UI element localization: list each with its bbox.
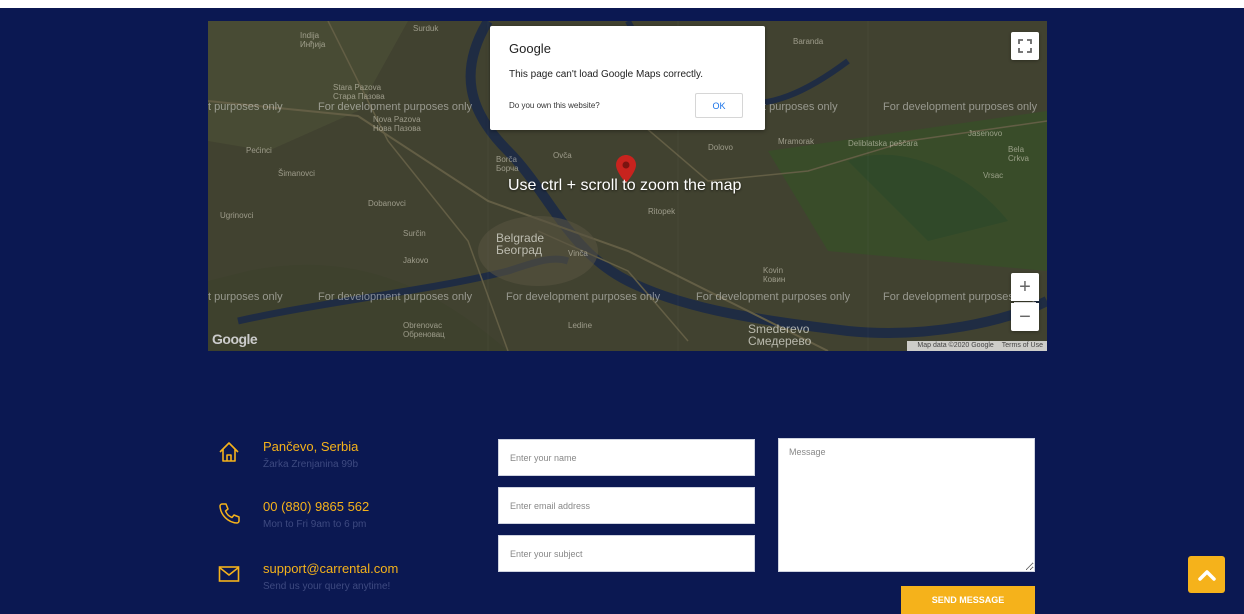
map-data-text: Map data ©2020 Google <box>917 342 994 349</box>
place-label: Pećinci <box>246 146 272 155</box>
dev-watermark: For development purposes only <box>318 291 473 303</box>
google-logo[interactable]: Google <box>212 331 258 347</box>
place-label: Ugrinovci <box>220 211 254 220</box>
plus-icon: + <box>1019 275 1031 298</box>
place-label: Mramorak <box>778 137 815 146</box>
place-label-belgrade: Belgrade Београд <box>496 231 545 257</box>
place-label: Deliblatska peščara <box>848 139 918 148</box>
address-subtitle: Žarka Zrenjanina 99b <box>263 459 359 470</box>
place-label: Ritopek <box>648 207 676 216</box>
message-textarea[interactable] <box>778 438 1035 572</box>
zoom-in-button[interactable]: + <box>1011 273 1039 301</box>
dialog-brand: Google <box>509 41 551 56</box>
envelope-icon <box>218 566 240 582</box>
place-label: Jakovo <box>403 256 429 265</box>
place-label: Vrsac <box>983 171 1004 180</box>
chevron-up-icon <box>1197 569 1216 581</box>
place-label: Obrenovac Обреновац <box>403 321 445 339</box>
place-label: Ovča <box>553 151 572 160</box>
dev-watermark: For development purposes only <box>318 101 473 113</box>
dev-watermark: For development purposes only <box>506 291 661 303</box>
fullscreen-button[interactable] <box>1011 32 1039 60</box>
place-label: Vinča <box>568 249 588 258</box>
fullscreen-icon <box>1018 39 1032 53</box>
address-title: Pančevo, Serbia <box>263 439 359 454</box>
dev-watermark: For development purposes only <box>696 291 851 303</box>
email-subtitle: Send us your query anytime! <box>263 581 391 592</box>
place-label: Dolovo <box>708 143 733 152</box>
top-strip <box>0 0 1244 8</box>
name-input[interactable] <box>498 439 755 476</box>
place-label: Surčin <box>403 229 426 238</box>
place-label: Jasenovo <box>968 129 1003 138</box>
home-icon <box>219 442 239 462</box>
place-label: Kovin Ковин <box>763 266 786 284</box>
zoom-hint-text: Use ctrl + scroll to zoom the map <box>508 177 742 194</box>
place-label: Indija Инђија <box>300 31 326 49</box>
dialog-ok-button[interactable]: OK <box>695 93 743 118</box>
dev-watermark: t purposes only <box>208 101 283 113</box>
minus-icon: − <box>1019 305 1031 328</box>
phone-icon <box>219 503 240 524</box>
place-label: Bela Crkva <box>1008 145 1029 163</box>
dialog-own-link[interactable]: Do you own this website? <box>509 101 600 110</box>
phone-title[interactable]: 00 (880) 9865 562 <box>263 499 369 514</box>
dialog-message: This page can't load Google Maps correct… <box>509 69 704 80</box>
place-label: Ledine <box>568 321 593 330</box>
place-label: Borča Борча <box>496 155 519 173</box>
dev-watermark: For development purposes only <box>883 101 1038 113</box>
dev-watermark: t purposes only <box>763 101 838 113</box>
dev-watermark: t purposes only <box>208 291 283 303</box>
scroll-to-top-button[interactable] <box>1188 556 1225 593</box>
send-message-button[interactable]: SEND MESSAGE <box>901 586 1035 614</box>
maps-error-dialog: Google This page can't load Google Maps … <box>490 26 765 130</box>
place-label: Šimanovci <box>278 169 315 178</box>
email-title[interactable]: support@carrental.com <box>263 561 398 576</box>
place-label: Nova Pazova Нова Пазова <box>373 115 421 133</box>
phone-subtitle: Mon to Fri 9am to 6 pm <box>263 519 367 530</box>
terms-link[interactable]: Terms of Use <box>1002 342 1043 349</box>
place-label: Smederevo Смедерево <box>748 322 812 348</box>
place-label: Baranda <box>793 37 824 46</box>
email-input[interactable] <box>498 487 755 524</box>
google-map[interactable]: Indija Инђија Surduk Stara Pazova Стара Па… <box>208 21 1047 351</box>
map-attribution: Map data ©2020 Google Terms of Use <box>907 341 1047 351</box>
subject-input[interactable] <box>498 535 755 572</box>
place-label: Dobanovci <box>368 199 406 208</box>
zoom-out-button[interactable]: − <box>1011 303 1039 331</box>
place-label: Stara Pazova Стара Пазова <box>333 83 385 101</box>
place-label: Surduk <box>413 24 439 33</box>
